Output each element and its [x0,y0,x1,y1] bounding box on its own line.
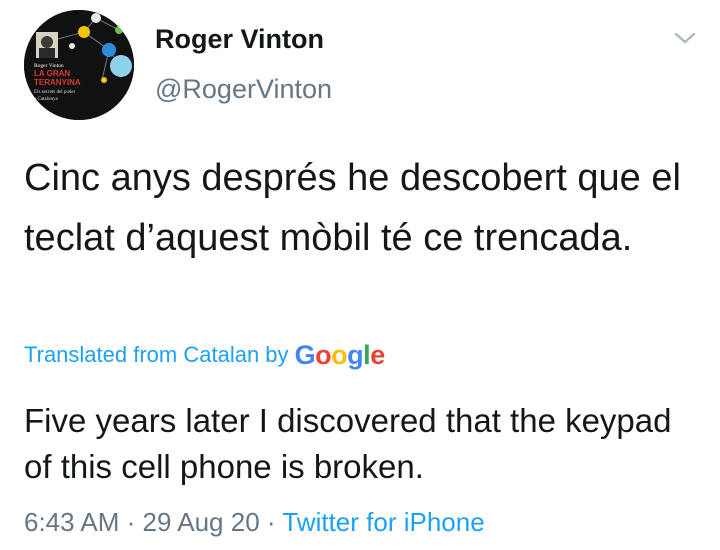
google-logo: Google [294,340,386,370]
author-name[interactable]: Roger Vinton [155,24,324,55]
book-subtitle-line1: Els secrets del poder [34,90,76,95]
book-title-line1: LA GRAN [34,69,70,78]
translation-label[interactable]: Translated from Catalan by [24,342,289,367]
tweet-time[interactable]: 6:43 AM [24,507,119,537]
meta-separator: · [126,507,136,537]
chevron-down-icon[interactable] [672,28,698,48]
tweet-text: Cinc anys després he descobert que el te… [24,157,681,259]
avatar[interactable]: Roger Vinton LA GRAN TERANYINA Els secre… [24,10,134,120]
tweet-date[interactable]: 29 Aug 20 [143,507,260,537]
translated-text: Five years later I discovered that the k… [24,402,672,485]
author-handle[interactable]: @RogerVinton [155,74,332,105]
book-subtitle-line2: a Catalunya [34,97,59,102]
book-title-line2: TERANYINA [34,78,81,87]
tweet-source-link[interactable]: Twitter for iPhone [282,507,484,537]
translation-attribution[interactable]: Translated from Catalan by Google [24,340,385,371]
meta-separator: · [266,507,276,537]
tweet-meta: 6:43 AM · 29 Aug 20 · Twitter for iPhone [24,507,485,538]
book-cover-image: Roger Vinton LA GRAN TERANYINA Els secre… [24,10,134,120]
